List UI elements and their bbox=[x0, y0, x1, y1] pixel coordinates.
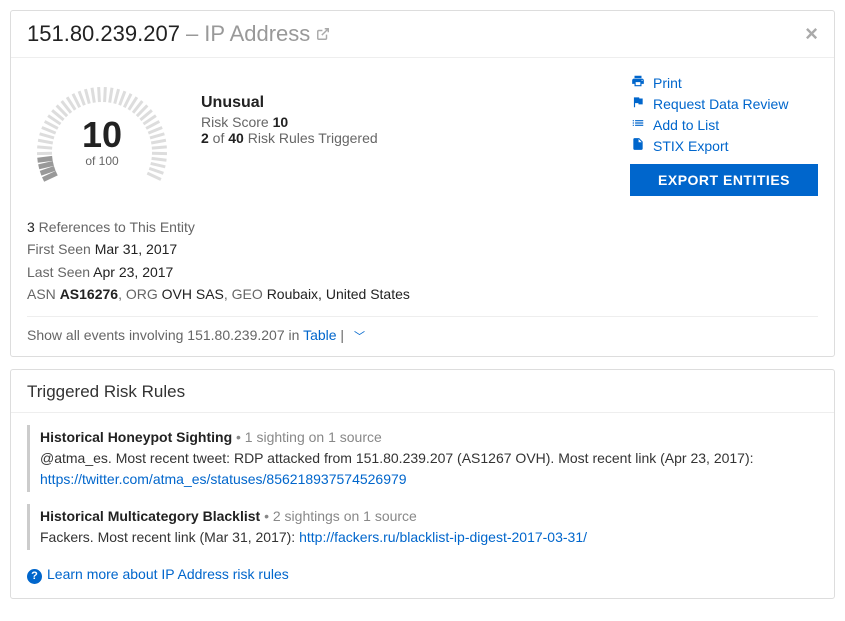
risk-score-num: 10 bbox=[273, 114, 289, 130]
rules-section-title: Triggered Risk Rules bbox=[11, 370, 834, 413]
summary-card: 151.80.239.207 – IP Address × 10 of 100 … bbox=[10, 10, 835, 357]
geo-label: , GEO bbox=[224, 286, 267, 302]
rule-body: @atma_es. Most recent tweet: RDP attacke… bbox=[40, 448, 818, 490]
references-line: 3 References to This Entity bbox=[27, 216, 818, 238]
ref-text: References to This Entity bbox=[35, 219, 195, 235]
top-row: 10 of 100 Unusual Risk Score 10 2 of 40 … bbox=[27, 72, 818, 196]
rule-body-text: Fackers. Most recent link (Mar 31, 2017)… bbox=[40, 529, 299, 545]
learn-more: ? Learn more about IP Address risk rules bbox=[11, 562, 834, 598]
flag-icon bbox=[630, 95, 645, 112]
external-link-icon[interactable] bbox=[316, 27, 330, 45]
export-entities-button[interactable]: EXPORT ENTITIES bbox=[630, 164, 818, 196]
risk-rule: Historical Multicategory Blacklist • 2 s… bbox=[27, 504, 818, 550]
risk-gauge: 10 of 100 bbox=[27, 72, 177, 196]
ref-count: 3 bbox=[27, 219, 35, 235]
question-icon: ? bbox=[27, 569, 42, 584]
addlist-label: Add to List bbox=[653, 117, 719, 133]
rule-body-text: @atma_es. Most recent tweet: RDP attacke… bbox=[40, 450, 754, 466]
stix-label: STIX Export bbox=[653, 138, 728, 154]
rules-count-b: 40 bbox=[228, 130, 244, 146]
rule-link[interactable]: http://fackers.ru/blacklist-ip-digest-20… bbox=[299, 529, 587, 545]
rules-triggered-line: 2 of 40 Risk Rules Triggered bbox=[201, 130, 401, 146]
print-label: Print bbox=[653, 75, 682, 91]
review-label: Request Data Review bbox=[653, 96, 788, 112]
print-icon bbox=[630, 74, 645, 91]
learn-text: Learn more about IP Address risk rules bbox=[47, 566, 289, 582]
close-icon[interactable]: × bbox=[805, 23, 818, 45]
card-header: 151.80.239.207 – IP Address × bbox=[11, 11, 834, 58]
entity-type: – IP Address bbox=[186, 21, 310, 47]
last-seen-value: Apr 23, 2017 bbox=[93, 264, 173, 280]
chevron-down-icon[interactable]: ﹀ bbox=[354, 331, 365, 343]
learn-more-link[interactable]: ? Learn more about IP Address risk rules bbox=[27, 566, 289, 582]
sep: | bbox=[337, 327, 348, 343]
risk-info: Unusual Risk Score 10 2 of 40 Risk Rules… bbox=[201, 72, 401, 196]
actions-panel: Print Request Data Review Add to List bbox=[630, 72, 818, 196]
risk-score-line: Risk Score 10 bbox=[201, 114, 401, 130]
stix-export-link[interactable]: STIX Export bbox=[630, 135, 818, 156]
rule-count: • 2 sightings on 1 source bbox=[260, 508, 417, 524]
add-to-list-link[interactable]: Add to List bbox=[630, 114, 818, 135]
score-of: of 100 bbox=[27, 154, 177, 168]
print-link[interactable]: Print bbox=[630, 72, 818, 93]
first-seen-value: Mar 31, 2017 bbox=[95, 241, 178, 257]
risk-rule: Historical Honeypot Sighting • 1 sightin… bbox=[27, 425, 818, 492]
score-value: 10 bbox=[27, 114, 177, 156]
geo-value: Roubaix, United States bbox=[267, 286, 410, 302]
org-value: OVH SAS bbox=[162, 286, 224, 302]
rule-title: Historical Honeypot Sighting bbox=[40, 429, 232, 445]
last-seen-line: Last Seen Apr 23, 2017 bbox=[27, 261, 818, 283]
rule-count: • 1 sighting on 1 source bbox=[232, 429, 382, 445]
show-all-prefix: Show all events involving 151.80.239.207… bbox=[27, 327, 303, 343]
request-review-link[interactable]: Request Data Review bbox=[630, 93, 818, 114]
table-link[interactable]: Table bbox=[303, 327, 336, 343]
ip-address: 151.80.239.207 bbox=[27, 21, 180, 47]
last-seen-label: Last Seen bbox=[27, 264, 93, 280]
first-seen-line: First Seen Mar 31, 2017 bbox=[27, 238, 818, 260]
divider bbox=[27, 316, 818, 317]
rules-card: Triggered Risk Rules Historical Honeypot… bbox=[10, 369, 835, 599]
org-label: , ORG bbox=[118, 286, 162, 302]
asn-label: ASN bbox=[27, 286, 60, 302]
title: 151.80.239.207 – IP Address bbox=[27, 21, 330, 47]
risk-label: Unusual bbox=[201, 94, 401, 112]
list-icon bbox=[630, 116, 645, 133]
rule-title: Historical Multicategory Blacklist bbox=[40, 508, 260, 524]
rules-mid: of bbox=[209, 130, 228, 146]
rules-suffix: Risk Rules Triggered bbox=[244, 130, 378, 146]
asn-value: AS16276 bbox=[60, 286, 118, 302]
asn-line: ASN AS16276, ORG OVH SAS, GEO Roubaix, U… bbox=[27, 283, 818, 305]
first-seen-label: First Seen bbox=[27, 241, 95, 257]
file-icon bbox=[630, 137, 645, 154]
risk-score-prefix: Risk Score bbox=[201, 114, 273, 130]
show-all-events: Show all events involving 151.80.239.207… bbox=[27, 327, 818, 344]
entity-meta: 3 References to This Entity First Seen M… bbox=[27, 216, 818, 306]
rule-link[interactable]: https://twitter.com/atma_es/statuses/856… bbox=[40, 471, 407, 487]
rules-count-a: 2 bbox=[201, 130, 209, 146]
rule-body: Fackers. Most recent link (Mar 31, 2017)… bbox=[40, 527, 818, 548]
card-body: 10 of 100 Unusual Risk Score 10 2 of 40 … bbox=[11, 58, 834, 356]
